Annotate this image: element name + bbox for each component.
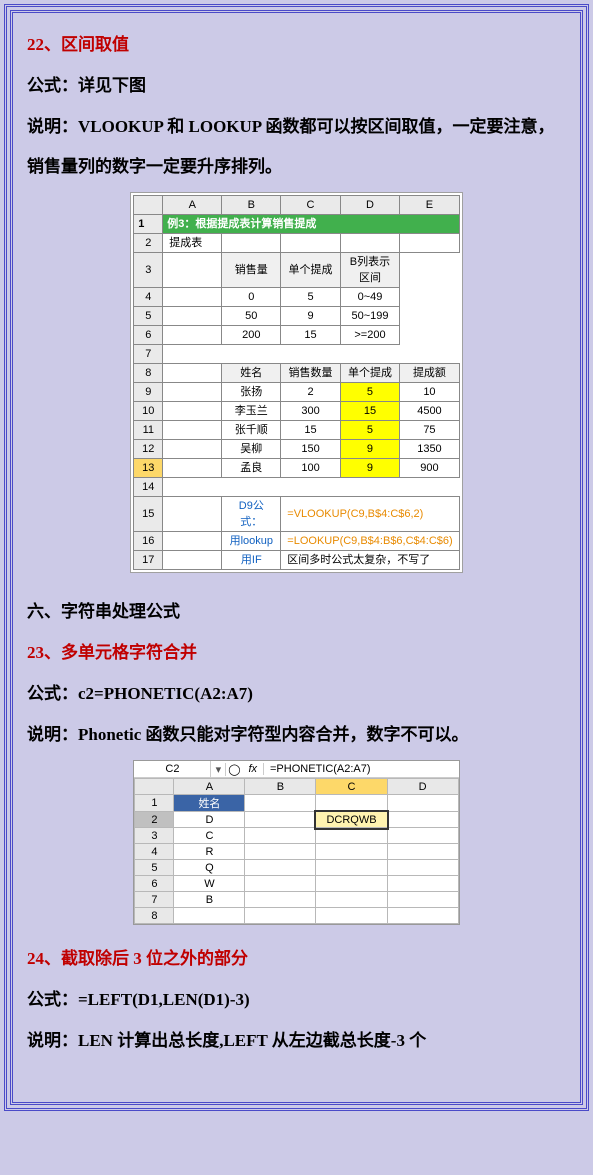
sec24-desc: 说明：LEN 计算出总长度,LEFT 从左边截总长度-3 个: [27, 1021, 566, 1062]
sec23-formula: 公式：c2=PHONETIC(A2:A7): [27, 674, 566, 715]
chevron-down-icon: ▾: [211, 763, 226, 776]
excel-figure-1: ABCDE 1例3：根据提成表计算销售提成 2提成表 3销售量单个提成B列表示区…: [130, 192, 462, 573]
sec22-formula: 公式：详见下图: [27, 66, 566, 107]
excel-figure-2: C2 ▾ ◯ fx =PHONETIC(A2:A7) ABCD 1姓名 2DDC…: [133, 760, 459, 925]
sec24-formula: 公式：=LEFT(D1,LEN(D1)-3): [27, 980, 566, 1021]
section6: 六、字符串处理公式: [27, 592, 566, 633]
sec24-title: 24、截取除后 3 位之外的部分: [27, 939, 566, 980]
fx-icon: fx: [242, 763, 264, 775]
sec23-desc: 说明：Phonetic 函数只能对字符型内容合并，数字不可以。: [27, 715, 566, 756]
sec22-title: 22、区间取值: [27, 25, 566, 66]
sec23-title: 23、多单元格字符合并: [27, 633, 566, 674]
sec22-desc: 说明：VLOOKUP 和 LOOKUP 函数都可以按区间取值，一定要注意，销售量…: [27, 107, 566, 189]
